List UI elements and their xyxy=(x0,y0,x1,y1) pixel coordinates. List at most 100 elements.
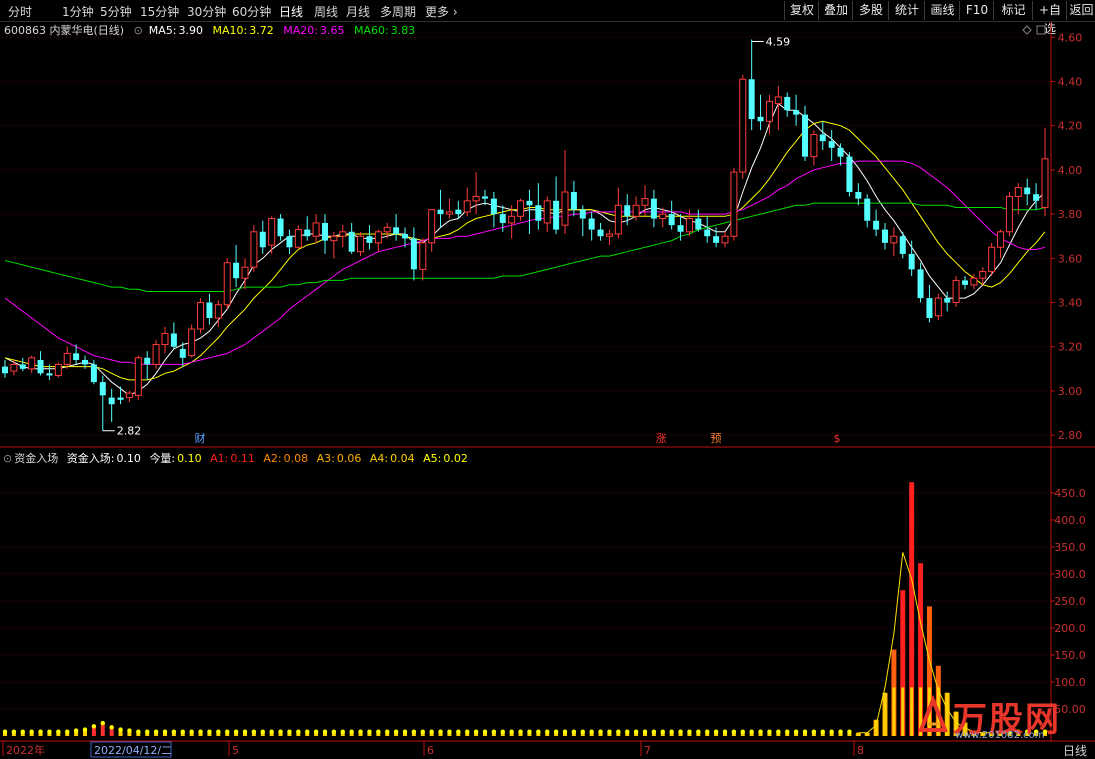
indicator-dot xyxy=(527,729,532,734)
y-tick-label: 3.80 xyxy=(1058,208,1083,221)
indicator-bar xyxy=(29,731,34,736)
indicator-dot xyxy=(198,729,203,734)
indicator-dot xyxy=(225,729,230,734)
indicator-dot xyxy=(38,729,43,734)
indicator-bar xyxy=(749,731,754,736)
toolbar-button-3[interactable]: 统计 xyxy=(888,1,925,20)
period-label[interactable]: 日线 xyxy=(1063,742,1087,759)
indicator-name[interactable]: 资金入场 xyxy=(14,452,58,465)
candle-body xyxy=(54,363,62,376)
indicator-toggle-icon[interactable]: ⊙ xyxy=(3,452,12,465)
candle-body xyxy=(882,229,888,243)
candle xyxy=(553,176,560,234)
tab-period-7[interactable]: 周线 xyxy=(314,3,338,20)
y-tick-label: 2.80 xyxy=(1058,429,1083,442)
y-tick-label: 400.0 xyxy=(1054,514,1086,527)
indicator-bar xyxy=(429,731,434,736)
indicator-bar xyxy=(563,731,567,736)
indicator-bar xyxy=(100,723,105,736)
candle-body xyxy=(304,229,311,237)
indicator-bar xyxy=(278,731,283,736)
toolbar-button-6[interactable]: 标记 xyxy=(993,1,1033,20)
y-tick-label: 3.00 xyxy=(1058,385,1083,398)
candle xyxy=(685,209,693,237)
toolbar-button-2[interactable]: 多股 xyxy=(852,1,889,20)
tab-period-8[interactable]: 月线 xyxy=(346,3,370,20)
indicator-dot xyxy=(473,729,479,734)
a1-value: 0.11 xyxy=(230,452,255,465)
candle xyxy=(259,220,266,254)
indicator-dot xyxy=(802,729,808,734)
candle xyxy=(1014,183,1022,215)
ma20-value: 3.65 xyxy=(319,24,345,37)
indicator-bar xyxy=(296,731,301,736)
y-tick-label: 4.40 xyxy=(1058,75,1083,88)
toolbar-button-7[interactable]: +自选 xyxy=(1032,1,1067,36)
toolbar-button-0[interactable]: 复权 xyxy=(784,1,819,20)
candle xyxy=(819,121,826,150)
candle-body xyxy=(125,392,133,399)
ma60-value: 3.83 xyxy=(390,24,416,37)
candle-body xyxy=(855,192,862,199)
candle xyxy=(348,222,355,254)
candle-body xyxy=(402,234,408,239)
candle-body xyxy=(366,236,373,243)
stock-code-name[interactable]: 600863 内蒙华电(日线) xyxy=(4,24,124,37)
tab-period-3[interactable]: 15分钟 xyxy=(140,3,179,20)
candle xyxy=(864,194,871,228)
indicator-bar xyxy=(527,731,532,736)
candle-body xyxy=(393,227,400,234)
indicator-dot xyxy=(456,729,461,734)
indicator-dot xyxy=(811,729,817,734)
toolbar-button-8[interactable]: 返回 xyxy=(1066,1,1095,20)
toolbar-button-4[interactable]: 画线 xyxy=(924,1,960,20)
indicator-bar xyxy=(509,731,514,736)
candle xyxy=(393,214,400,241)
x-tick-label: 5 xyxy=(232,744,239,757)
candle xyxy=(99,375,106,431)
candle-body xyxy=(161,332,169,346)
candle-body xyxy=(864,198,871,221)
tab-period-6[interactable]: 日线 xyxy=(279,3,303,20)
indicator-bar xyxy=(616,731,621,736)
candle-body xyxy=(1024,187,1031,195)
candle-body xyxy=(348,231,355,252)
candle xyxy=(944,291,951,312)
indicator-bar xyxy=(251,731,256,736)
tab-period-0[interactable]: 分时 xyxy=(8,3,32,20)
toolbar-button-5[interactable]: F10 xyxy=(959,1,994,20)
low-annotation: 2.82 xyxy=(117,425,141,438)
indicator-bar xyxy=(589,731,594,736)
candle-body xyxy=(322,222,328,241)
tab-period-9[interactable]: 多周期 xyxy=(380,3,416,20)
candle-body xyxy=(99,382,106,396)
high-annotation: 4.59 xyxy=(766,35,791,48)
candle xyxy=(472,172,480,215)
tab-period-1[interactable]: 1分钟 xyxy=(62,3,94,20)
indicator-spike-inner xyxy=(865,732,869,736)
a1-label: A1: xyxy=(210,452,229,465)
candle xyxy=(561,150,569,234)
indicator-spike-inner xyxy=(856,732,860,736)
legend-toggle-icon[interactable]: ⊙ xyxy=(134,24,143,37)
candle xyxy=(508,205,516,239)
candle xyxy=(499,205,506,232)
x-tick-label: 2022年 xyxy=(6,743,45,757)
indicator-bar xyxy=(163,731,167,736)
y-tick-label: 150.0 xyxy=(1054,649,1086,662)
toolbar-button-1[interactable]: 叠加 xyxy=(818,1,853,20)
tab-period-4[interactable]: 30分钟 xyxy=(187,3,226,20)
candle-body xyxy=(455,209,462,215)
candle-body xyxy=(624,205,631,217)
stock-chart[interactable]: 4.60 4.40 4.20 4.00 3.80 3.60 3.40 3.20 3.00 2.80… xyxy=(0,0,1095,759)
candle xyxy=(144,351,151,380)
tab-period-5[interactable]: 60分钟 xyxy=(232,3,271,20)
y-tick-label: 4.60 xyxy=(1058,31,1083,44)
tab-period-2[interactable]: 5分钟 xyxy=(100,3,132,20)
tab-period-10[interactable]: 更多 › xyxy=(425,3,458,20)
candle-body xyxy=(597,229,604,237)
y-tick-label: 300.0 xyxy=(1054,568,1086,581)
indicator-bar xyxy=(136,731,141,736)
candle xyxy=(339,225,347,248)
indicator-dot xyxy=(29,729,34,734)
